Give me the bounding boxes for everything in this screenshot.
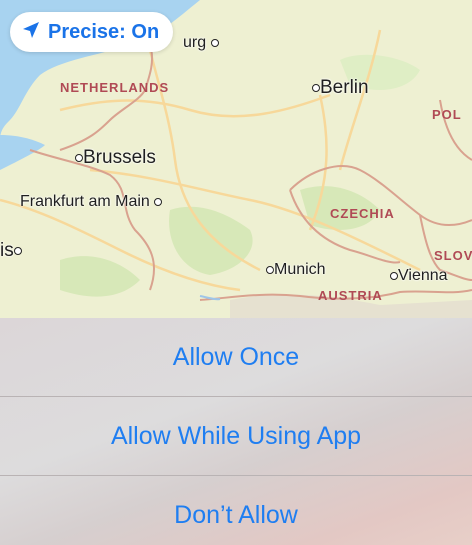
city-label-vienna: Vienna [390,268,448,284]
allow-while-using-app-button[interactable]: Allow While Using App [0,397,472,475]
permission-action-sheet: Allow Once Allow While Using App Don’t A… [0,318,472,545]
city-name: Berlin [320,77,369,98]
city-dot [13,246,22,255]
city-name: Vienna [398,267,448,284]
precise-label: Precise: On [48,20,160,43]
precise-location-toggle[interactable]: Precise: On [10,12,174,52]
city-label-paris: is [0,241,22,260]
location-arrow-icon [22,21,40,44]
dont-allow-button[interactable]: Don’t Allow [0,476,472,545]
city-dot [210,38,219,47]
city-label-berlin: Berlin [312,78,369,97]
country-label-czechia: CZECHIA [330,206,395,221]
city-dot [154,197,163,206]
city-name: Frankfurt am Main [20,193,150,210]
city-name: is [0,240,14,261]
city-dot [266,265,274,274]
city-label-munich: Munich [266,262,326,278]
country-label-slovakia: SLOV [434,248,472,263]
city-dot [75,153,83,162]
city-name: urg [183,34,207,51]
map-view[interactable]: urg Berlin Brussels Frankfurt am Main is… [0,0,472,318]
city-label-frankfurt: Frankfurt am Main [20,193,163,210]
city-name: Brussels [83,147,156,168]
city-label-burg: urg [183,35,219,51]
city-dot [312,83,320,92]
city-dot [390,271,398,280]
allow-once-button[interactable]: Allow Once [0,318,472,396]
city-name: Munich [274,261,326,278]
country-label-netherlands: NETHERLANDS [60,80,170,95]
country-label-austria: AUSTRIA [318,288,383,303]
country-label-poland: POL [432,107,462,122]
city-label-brussels: Brussels [75,148,156,167]
